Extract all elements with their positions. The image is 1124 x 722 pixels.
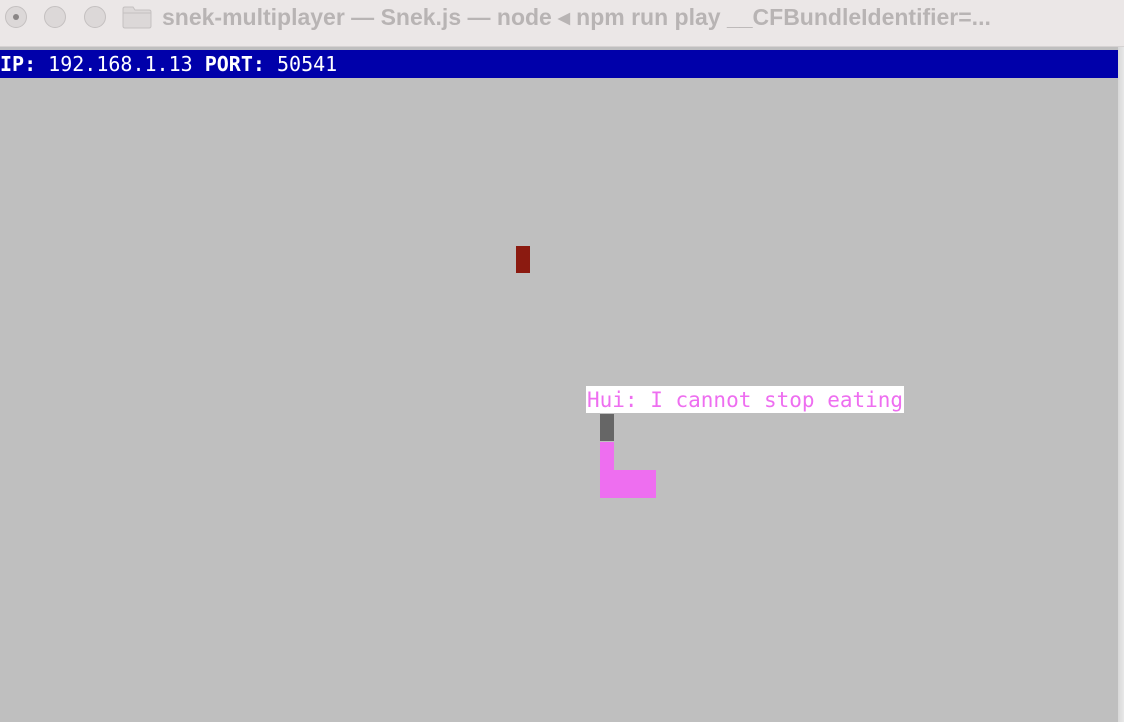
food-pellet <box>516 246 530 273</box>
window-title: snek-multiplayer — Snek.js — node ◂ npm … <box>162 4 991 30</box>
scrollbar-edge[interactable] <box>1118 47 1124 722</box>
minimize-button-icon[interactable] <box>44 6 66 28</box>
ip-value: 192.168.1.13 <box>48 52 193 76</box>
close-button-icon[interactable] <box>5 6 27 28</box>
snake-body-segment <box>600 442 614 470</box>
snake-body-segment <box>600 470 656 498</box>
zoom-button-icon[interactable] <box>84 6 106 28</box>
port-label: PORT: <box>204 52 265 76</box>
port-value: 50541 <box>276 52 338 76</box>
game-field[interactable]: Hui: I cannot stop eating <box>0 78 1118 722</box>
ip-label: IP: <box>0 52 37 76</box>
player-chat-message: Hui: I cannot stop eating <box>586 386 905 413</box>
terminal-window: snek-multiplayer — Snek.js — node ◂ npm … <box>0 0 1124 722</box>
folder-icon <box>122 6 152 29</box>
snake-head <box>600 414 614 441</box>
connection-status-bar: IP: 192.168.1.13 PORT: 50541 <box>0 50 1118 78</box>
title-bar[interactable]: snek-multiplayer — Snek.js — node ◂ npm … <box>0 0 1124 47</box>
